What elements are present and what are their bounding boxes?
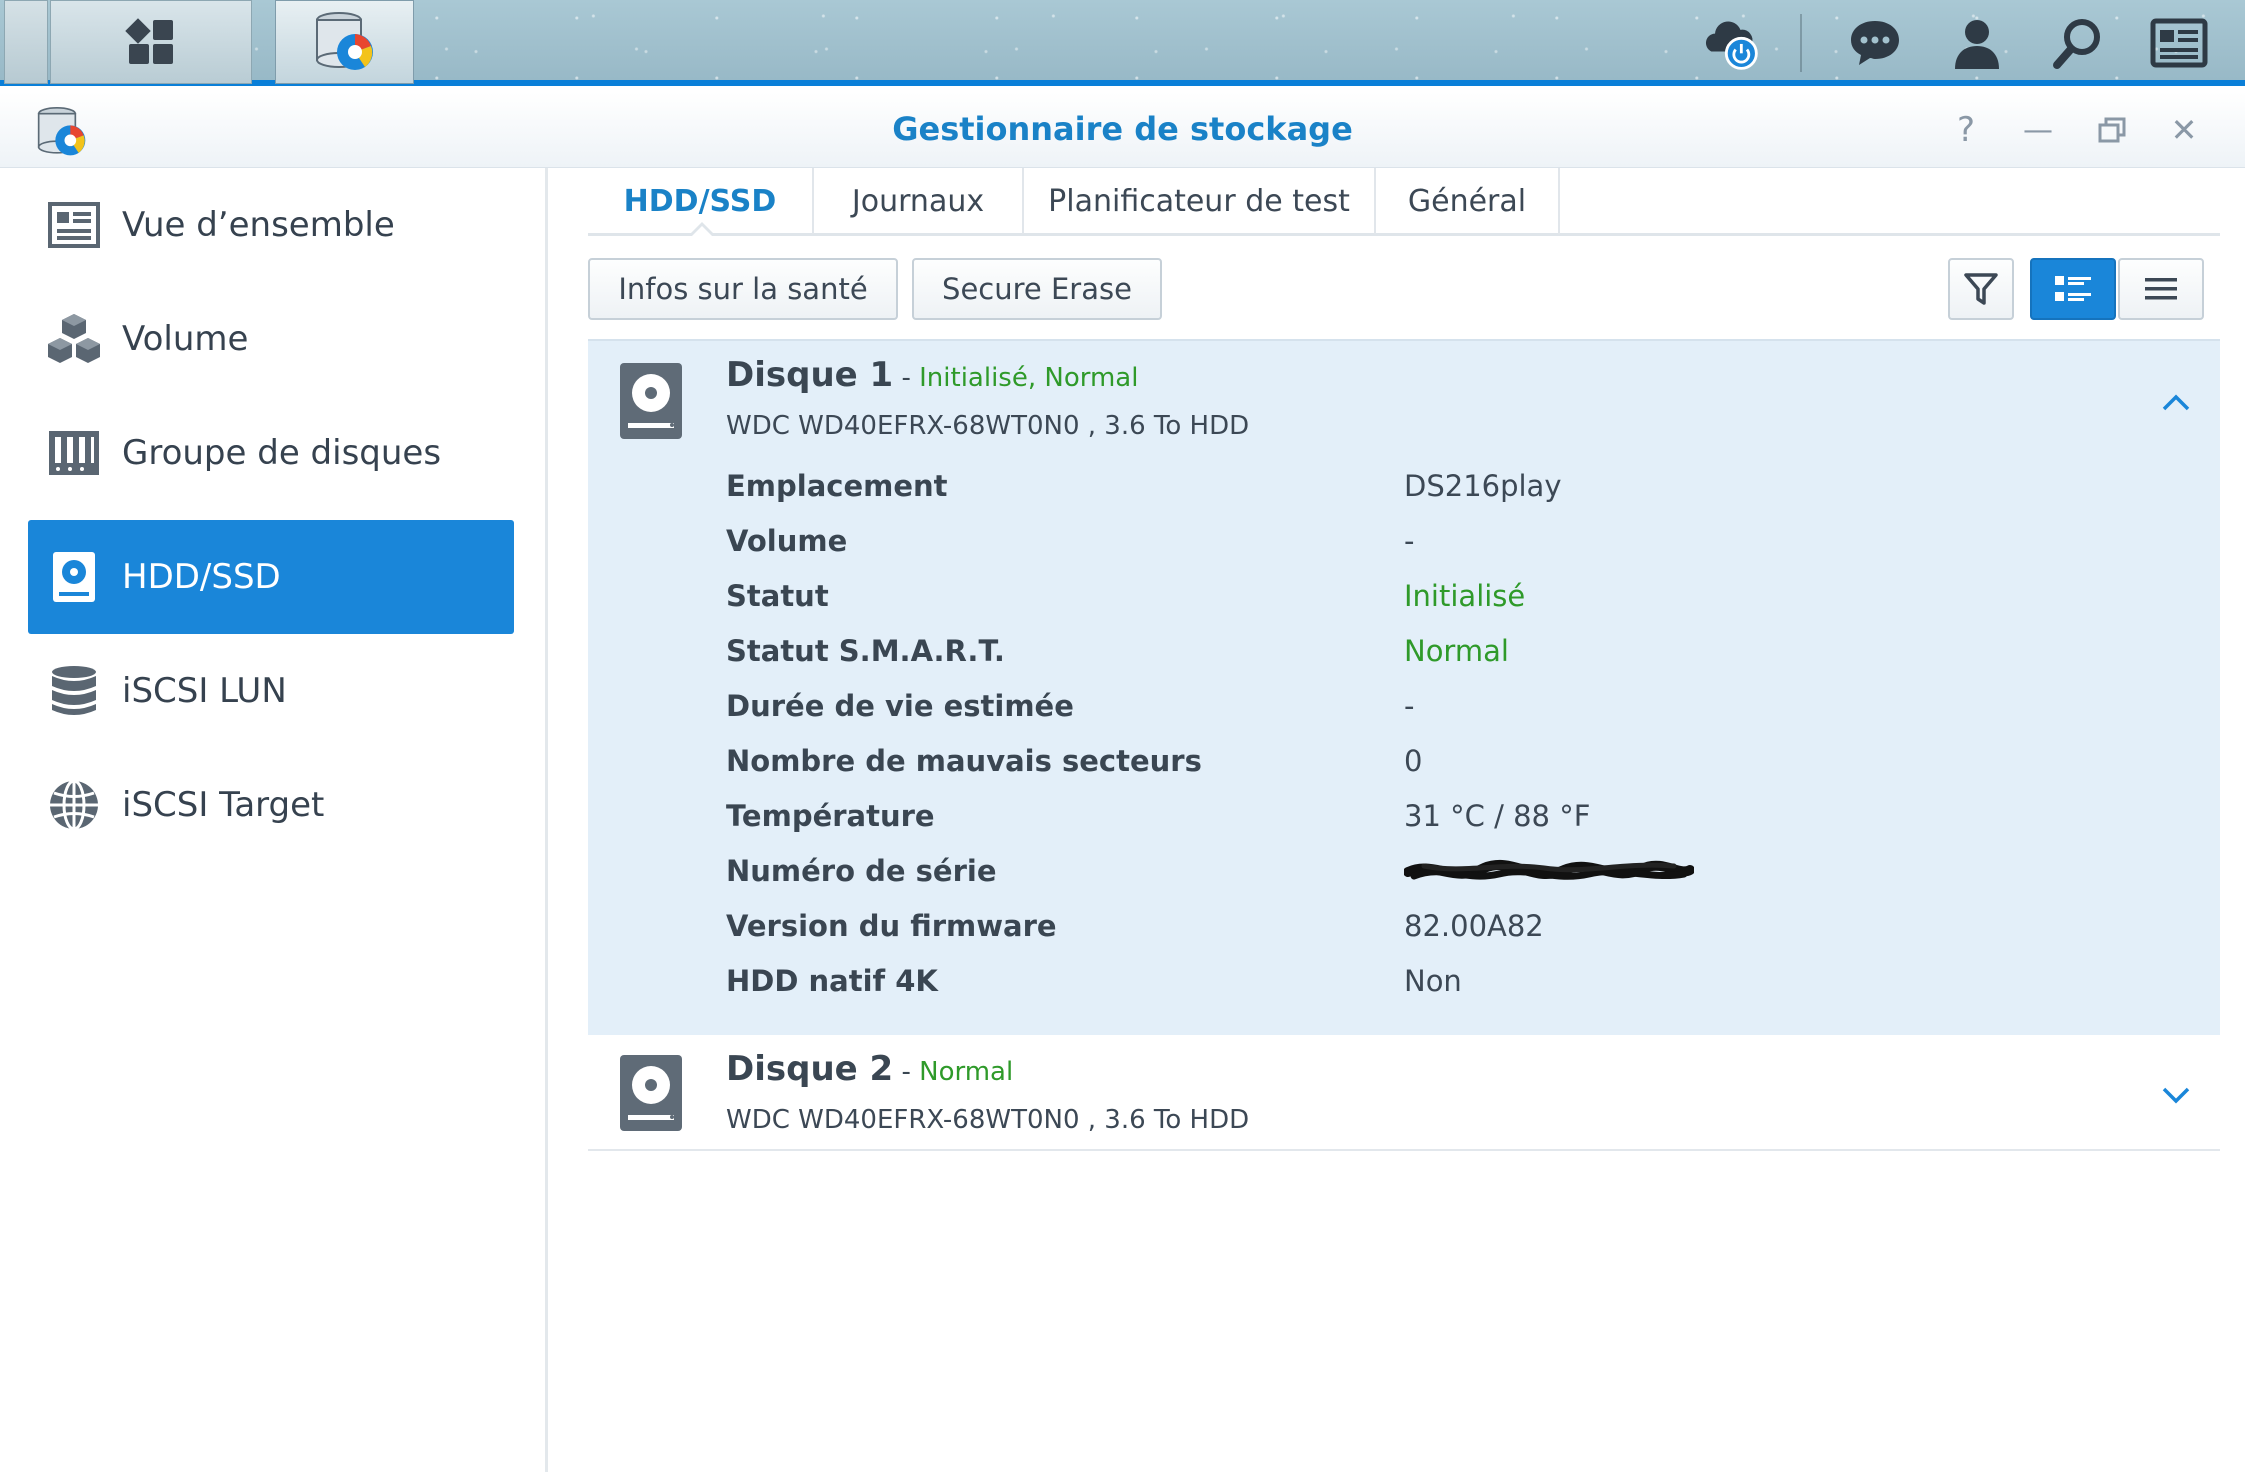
volume-cubes-icon — [46, 311, 102, 367]
disk-separator: - — [893, 1057, 920, 1087]
detail-value: Normal — [1404, 634, 1509, 668]
chevron-up-icon[interactable] — [2156, 383, 2196, 423]
detail-label: Statut — [726, 579, 829, 613]
disk-separator: - — [893, 363, 920, 393]
minimize-icon: — — [2023, 112, 2053, 148]
detail-label: Température — [726, 799, 935, 833]
detail-label: Nombre de mauvais secteurs — [726, 744, 1202, 778]
widgets-icon — [2150, 18, 2208, 68]
disk-status: Initialisé, Normal — [919, 363, 1139, 393]
taskbar — [0, 0, 2245, 86]
restore-icon — [2098, 117, 2126, 143]
list-view-icon — [2145, 278, 2177, 300]
disk-group-icon — [46, 425, 102, 481]
detail-value: DS216play — [1404, 469, 1562, 503]
detail-value: 82.00A82 — [1404, 909, 1544, 943]
sidebar-item-iscsi-lun[interactable]: iSCSI LUN — [28, 634, 514, 748]
detail-value: Initialisé — [1404, 579, 1526, 613]
restore-button[interactable] — [2088, 106, 2136, 154]
hdd-icon — [46, 549, 102, 605]
tab-journaux[interactable]: Journaux — [814, 168, 1024, 234]
main-menu-grid-icon — [125, 18, 173, 64]
search-button[interactable] — [2046, 12, 2108, 74]
tab-general[interactable]: Général — [1376, 168, 1560, 234]
tab-planificateur[interactable]: Planificateur de test — [1024, 168, 1376, 234]
help-button[interactable]: ? — [1942, 106, 1990, 154]
detail-value: - — [1404, 524, 1415, 558]
detail-value: - — [1404, 689, 1415, 723]
show-desktop-button[interactable] — [4, 0, 48, 84]
search-icon — [2053, 19, 2100, 69]
filter-button[interactable] — [1948, 258, 2014, 320]
disk-name: Disque 1 — [726, 355, 894, 395]
chat-icon — [1851, 21, 1899, 65]
detail-view-icon — [2055, 276, 2091, 301]
widgets-button[interactable] — [2148, 12, 2210, 74]
disk-status: Normal — [919, 1057, 1014, 1087]
window-title: Gestionnaire de stockage — [892, 110, 1353, 148]
globe-icon — [46, 777, 102, 833]
detail-label: Emplacement — [726, 469, 948, 503]
close-icon: ✕ — [2170, 111, 2198, 149]
detail-label: HDD natif 4K — [726, 964, 938, 998]
list-view-button[interactable] — [2118, 258, 2204, 320]
cloud-power-button[interactable] — [1700, 12, 1762, 74]
detail-label: Numéro de série — [726, 854, 997, 888]
detail-label: Durée de vie estimée — [726, 689, 1074, 723]
tray-separator — [1800, 14, 1802, 72]
cloud-power-icon — [1705, 21, 1758, 70]
storage-manager-app-icon — [315, 12, 373, 70]
help-icon: ? — [1956, 110, 1976, 150]
sidebar-item-label: Groupe de disques — [122, 433, 442, 473]
chat-button[interactable] — [1844, 12, 1906, 74]
detail-value: Non — [1404, 964, 1462, 998]
tab-bar: HDD/SSD Journaux Planificateur de test G… — [588, 168, 2220, 236]
detail-value: 0 — [1404, 744, 1423, 778]
detail-label: Volume — [726, 524, 848, 558]
sidebar-item-label: HDD/SSD — [122, 557, 281, 597]
redacted-serial-scribble — [1404, 859, 1694, 880]
disk-model: WDC WD40EFRX-68WT0N0 , 3.6 To HDD — [726, 1105, 1250, 1135]
detail-view-button[interactable] — [2030, 258, 2116, 320]
hdd-icon — [620, 363, 682, 439]
disk-panel-2[interactable]: Disque 2 - Normal WDC WD40EFRX-68WT0N0 ,… — [588, 1035, 2220, 1151]
user-icon — [1955, 20, 1999, 69]
detail-label: Statut S.M.A.R.T. — [726, 634, 1005, 668]
disk-name: Disque 2 — [726, 1049, 894, 1089]
storage-manager-taskbar-button[interactable] — [275, 0, 414, 84]
sidebar-item-label: iSCSI LUN — [122, 671, 287, 711]
active-tab-indicator — [688, 222, 716, 237]
sidebar-item-label: iSCSI Target — [122, 785, 325, 825]
health-info-button[interactable]: Infos sur la santé — [588, 258, 898, 320]
sidebar-item-label: Volume — [122, 319, 249, 359]
sidebar: Vue d’ensemble Volume Groupe de disques … — [0, 168, 548, 1472]
sidebar-item-disk-group[interactable]: Groupe de disques — [28, 396, 514, 510]
detail-label: Version du firmware — [726, 909, 1057, 943]
overview-icon — [46, 197, 102, 253]
hdd-icon — [620, 1055, 682, 1131]
database-icon — [46, 663, 102, 719]
disk-title: Disque 1 - Initialisé, Normal — [726, 355, 1138, 395]
close-button[interactable]: ✕ — [2160, 106, 2208, 154]
sidebar-item-volume[interactable]: Volume — [28, 282, 514, 396]
chevron-down-icon[interactable] — [2156, 1075, 2196, 1115]
minimize-button[interactable]: — — [2014, 106, 2062, 154]
secure-erase-button[interactable]: Secure Erase — [912, 258, 1162, 320]
main-menu-button[interactable] — [50, 0, 252, 84]
sidebar-item-iscsi-target[interactable]: iSCSI Target — [28, 748, 514, 862]
sidebar-item-hdd-ssd[interactable]: HDD/SSD — [28, 520, 514, 634]
user-button[interactable] — [1946, 12, 2008, 74]
disk-panel-1[interactable]: Disque 1 - Initialisé, Normal WDC WD40EF… — [588, 339, 2220, 1035]
disk-model: WDC WD40EFRX-68WT0N0 , 3.6 To HDD — [726, 411, 1250, 441]
disk-title: Disque 2 - Normal — [726, 1049, 1013, 1089]
sidebar-item-overview[interactable]: Vue d’ensemble — [28, 168, 514, 282]
detail-value: 31 °C / 88 °F — [1404, 799, 1591, 833]
sidebar-item-label: Vue d’ensemble — [122, 205, 395, 245]
window-header: Gestionnaire de stockage ? — ✕ — [0, 92, 2245, 168]
filter-icon — [1964, 273, 1998, 305]
